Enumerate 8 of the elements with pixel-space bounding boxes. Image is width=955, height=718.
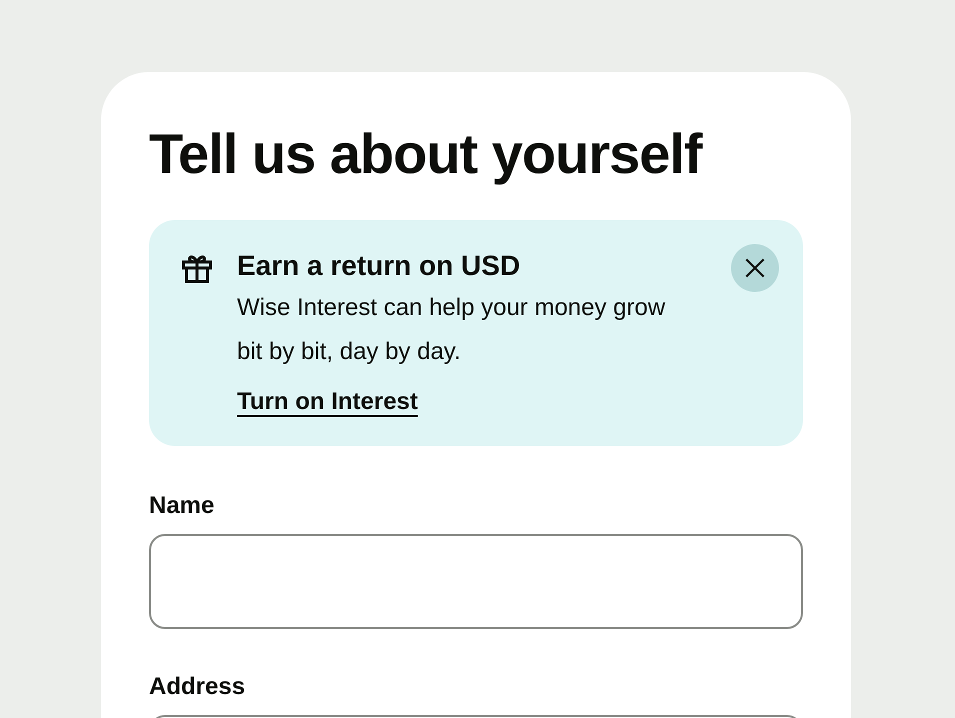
field-label: Name xyxy=(149,491,214,521)
banner-text: Wise Interest can help your money grow bit by bit, day by day. xyxy=(237,293,666,367)
page-title: Tell us about yourself xyxy=(149,122,704,186)
close-button[interactable] xyxy=(731,244,779,292)
field-label: Address xyxy=(149,672,246,702)
text-input[interactable] xyxy=(149,534,803,629)
banner-title: Earn a return on USD xyxy=(237,249,522,283)
turn-on-interest-link[interactable]: Turn on Interest xyxy=(237,386,418,418)
